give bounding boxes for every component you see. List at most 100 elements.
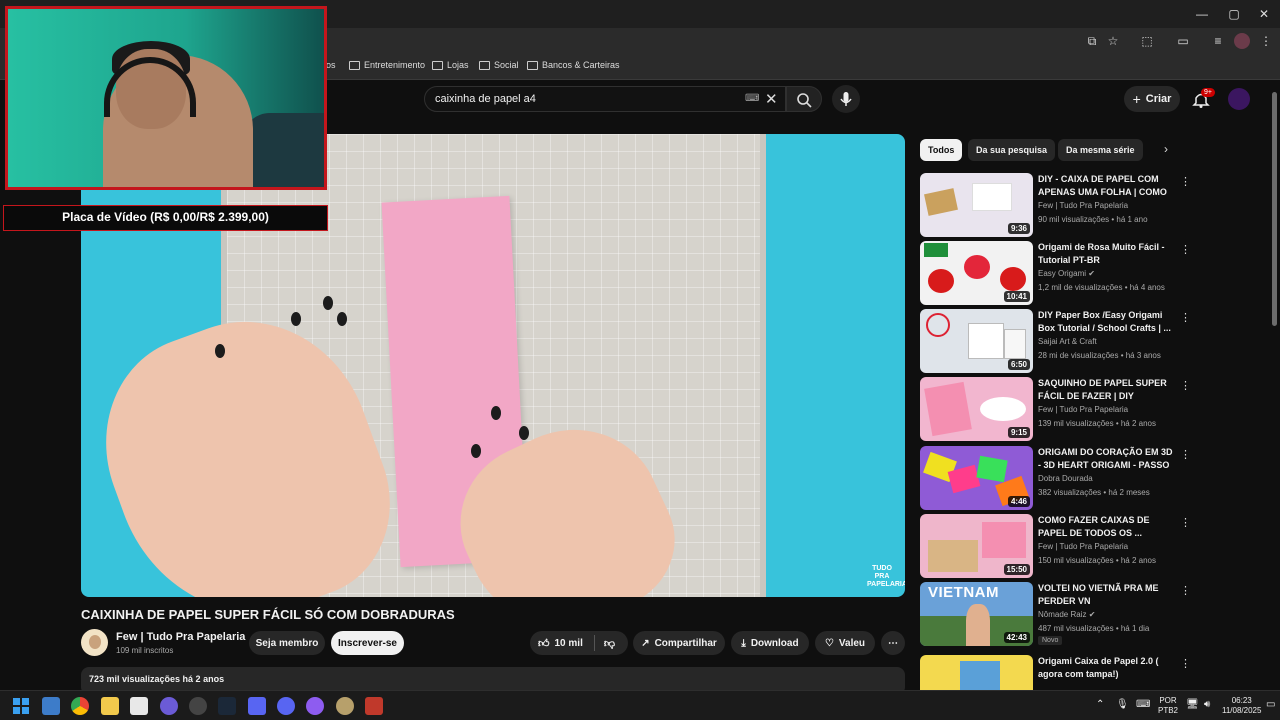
chevron-right-icon[interactable]: › xyxy=(1164,142,1168,156)
bookmark-folder-social[interactable]: Social xyxy=(479,60,519,70)
profile-avatar[interactable] xyxy=(1234,33,1250,49)
folder-icon xyxy=(479,60,490,70)
chip-da-mesma-serie[interactable]: Da mesma série xyxy=(1058,139,1143,161)
recommendation-item[interactable]: VIETNAM 42:43 VOLTEI NO VIETNÃ PRA ME PE… xyxy=(920,582,1191,646)
game-icon[interactable] xyxy=(336,697,354,715)
recommendation-item[interactable]: 9:15 SAQUINHO DE PAPEL SUPER FÁCIL DE FA… xyxy=(920,377,1191,441)
account-avatar[interactable] xyxy=(1228,88,1250,110)
video-player[interactable]: TUDO PRA PAPELARIA xyxy=(81,134,905,597)
tray-overflow-icon[interactable]: ⌃ xyxy=(1096,700,1104,710)
webcam-backdrop-object xyxy=(244,113,324,187)
task-view-icon[interactable] xyxy=(42,697,60,715)
discord-icon[interactable] xyxy=(277,697,295,715)
bookmark-item[interactable]: os xyxy=(326,60,336,70)
subscriber-count: 109 mil inscritos xyxy=(116,646,174,655)
more-vertical-icon[interactable]: ⋮ xyxy=(1180,584,1191,597)
subscribe-button[interactable]: Inscrever-se xyxy=(331,631,404,655)
store-icon[interactable] xyxy=(130,697,148,715)
like-icon[interactable]: 👍︎ xyxy=(538,637,550,650)
more-actions-button[interactable]: ⋯ xyxy=(881,631,905,655)
keyboard-icon[interactable]: ⌨ xyxy=(745,93,759,104)
more-vertical-icon[interactable]: ⋮ xyxy=(1180,311,1191,324)
channel-avatar[interactable] xyxy=(81,629,108,656)
chrome-icon[interactable] xyxy=(71,697,89,715)
chip-todos[interactable]: Todos xyxy=(920,139,963,161)
share-icon: ↗ xyxy=(641,637,650,649)
bookmark-folder-bancos[interactable]: Bancos & Carteiras xyxy=(527,60,620,70)
recommendation-item[interactable]: 15:50 COMO FAZER CAIXAS DE PAPEL DE TODO… xyxy=(920,514,1191,578)
heart-money-icon: ♡ xyxy=(824,637,834,649)
minimize-icon[interactable]: — xyxy=(1190,4,1214,24)
video-thumbnail[interactable]: 6:50 xyxy=(920,309,1033,373)
search-button[interactable] xyxy=(786,86,822,112)
browser-menu-icon[interactable]: ⋮ xyxy=(1258,33,1274,49)
game-launcher-icon[interactable] xyxy=(248,697,266,715)
volume-icon[interactable]: 🔊︎ xyxy=(1204,700,1210,710)
windows-start-icon[interactable] xyxy=(12,697,30,715)
more-vertical-icon[interactable]: ⋮ xyxy=(1180,243,1191,256)
recommendation-item[interactable]: 10:41 Origami de Rosa Muito Fácil - Tuto… xyxy=(920,241,1191,305)
recommendation-title: DIY - CAIXA DE PAPEL COM APENAS UMA FOLH… xyxy=(1038,174,1167,197)
video-thumbnail[interactable]: 9:36 xyxy=(920,173,1033,237)
share-button[interactable]: ↗ Compartilhar xyxy=(633,631,725,655)
install-app-icon[interactable]: ⧉ xyxy=(1084,33,1100,49)
video-thumbnail[interactable]: 15:50 xyxy=(920,514,1033,578)
video-thumbnail[interactable]: 9:15 xyxy=(920,377,1033,441)
video-thumbnail[interactable]: 4:46 xyxy=(920,446,1033,510)
like-count[interactable]: 10 mil xyxy=(555,638,583,649)
maximize-icon[interactable]: ▢ xyxy=(1222,4,1246,24)
clock[interactable]: 06:23 11/08/2025 xyxy=(1222,696,1261,716)
media-controls-icon[interactable]: ≡ xyxy=(1210,33,1226,49)
recommendation-item[interactable]: 6:50 DIY Paper Box /Easy Origami Box Tut… xyxy=(920,309,1191,373)
duration: 42:43 xyxy=(1003,632,1030,643)
recommendation-meta: 90 mil visualizações • há 1 ano xyxy=(1038,215,1148,224)
page-scrollbar[interactable] xyxy=(1272,92,1277,326)
input-language[interactable]: POR PTB2 xyxy=(1158,696,1178,716)
bookmark-folder-entretenimento[interactable]: Entretenimento xyxy=(349,60,425,70)
download-button[interactable]: ⤓ Download xyxy=(731,631,809,655)
recommendation-title: Origami de Rosa Muito Fácil - Tutorial P… xyxy=(1038,242,1165,265)
video-thumbnail[interactable]: 10:41 xyxy=(920,241,1033,305)
search-input[interactable]: caixinha de papel a4 ⌨ ✕ xyxy=(424,86,786,112)
bookmark-star-icon[interactable]: ☆ xyxy=(1105,33,1121,49)
nail xyxy=(291,312,301,326)
steam-icon[interactable] xyxy=(218,697,236,715)
video-thumbnail[interactable]: VIETNAM 42:43 xyxy=(920,582,1033,646)
close-window-icon[interactable]: ✕ xyxy=(1252,4,1276,24)
duration: 9:36 xyxy=(1007,223,1030,234)
chip-da-sua-pesquisa[interactable]: Da sua pesquisa xyxy=(968,139,1056,161)
microphone-tray-icon[interactable]: 🎙︎ xyxy=(1116,700,1129,710)
thanks-button[interactable]: ♡ Valeu xyxy=(815,631,875,655)
chat-app-icon[interactable] xyxy=(160,697,178,715)
network-icon[interactable]: 🖥︎ xyxy=(1186,700,1199,710)
obs-icon[interactable] xyxy=(189,697,207,715)
join-button[interactable]: Seja membro xyxy=(249,631,325,655)
create-button[interactable]: + Criar xyxy=(1124,86,1180,112)
more-vertical-icon[interactable]: ⋮ xyxy=(1180,175,1191,188)
app-icon[interactable] xyxy=(365,697,383,715)
more-vertical-icon[interactable]: ⋮ xyxy=(1180,516,1191,529)
video-thumbnail[interactable] xyxy=(920,655,1033,690)
extensions-icon[interactable]: ⬚ xyxy=(1139,33,1155,49)
split-view-icon[interactable]: ▭ xyxy=(1175,33,1191,49)
voice-search-button[interactable] xyxy=(832,85,860,113)
recommendation-item[interactable]: 4:46 ORIGAMI DO CORAÇÃO EM 3D - 3D HEART… xyxy=(920,446,1191,510)
video-title: CAIXINHA DE PAPEL SUPER FÁCIL SÓ COM DOB… xyxy=(81,607,455,622)
keyboard-tray-icon[interactable]: ⌨ xyxy=(1136,700,1150,710)
recommendation-title: DIY Paper Box /Easy Origami Box Tutorial… xyxy=(1038,310,1171,333)
more-vertical-icon[interactable]: ⋮ xyxy=(1180,657,1190,670)
bookmark-folder-lojas[interactable]: Lojas xyxy=(432,60,469,70)
webcam-overlay xyxy=(5,6,327,190)
recommendation-item[interactable]: 9:36 DIY - CAIXA DE PAPEL COM APENAS UMA… xyxy=(920,173,1191,237)
channel-name[interactable]: Few | Tudo Pra Papelaria xyxy=(116,631,245,643)
duration: 10:41 xyxy=(1003,291,1030,302)
notification-center-icon[interactable]: ▭ xyxy=(1266,700,1275,710)
more-vertical-icon[interactable]: ⋮ xyxy=(1180,379,1191,392)
recommendation-item[interactable]: Origami Caixa de Papel 2.0 ( agora com t… xyxy=(920,655,1190,690)
clear-search-icon[interactable]: ✕ xyxy=(765,90,778,108)
dislike-icon[interactable]: 👎︎ xyxy=(604,637,615,650)
file-explorer-icon[interactable] xyxy=(101,697,119,715)
recommendation-meta: 382 visualizações • há 2 meses xyxy=(1038,488,1150,497)
more-vertical-icon[interactable]: ⋮ xyxy=(1180,448,1191,461)
plus-app-icon[interactable] xyxy=(306,697,324,715)
